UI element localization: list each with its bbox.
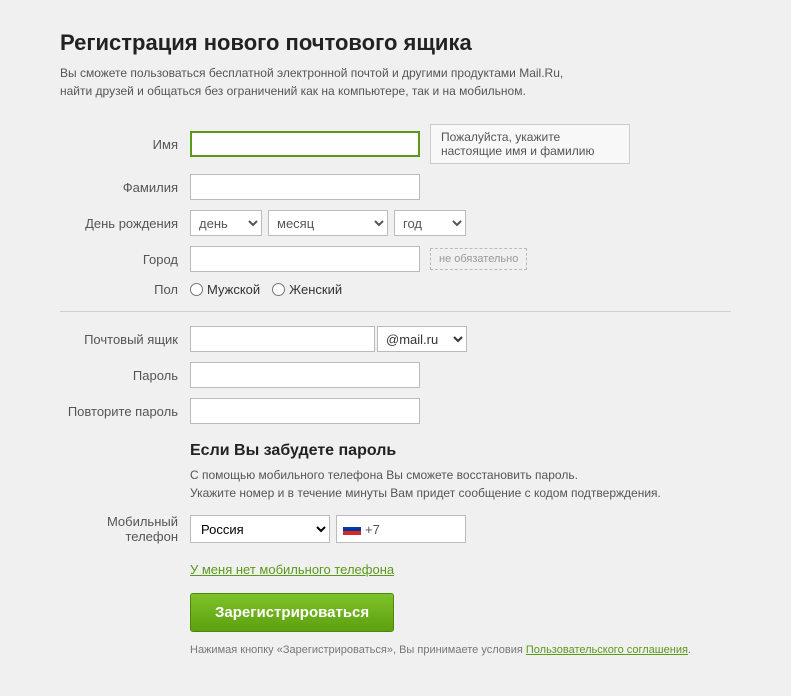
surname-label: Фамилия	[60, 180, 190, 195]
russia-flag-icon	[343, 523, 361, 535]
recovery-desc: С помощью мобильного телефона Вы сможете…	[190, 466, 731, 502]
name-label: Имя	[60, 137, 190, 152]
confirm-password-input[interactable]	[190, 398, 420, 424]
city-input[interactable]	[190, 246, 420, 272]
gender-female-radio[interactable]	[272, 283, 285, 296]
page-wrapper: Регистрация нового почтового ящика Вы см…	[0, 0, 791, 696]
day-select[interactable]: день	[190, 210, 262, 236]
mobile-country-select[interactable]: Россия	[190, 515, 330, 543]
surname-input[interactable]	[190, 174, 420, 200]
page-subtitle: Вы сможете пользоваться бесплатной элект…	[60, 64, 731, 100]
password-label: Пароль	[60, 368, 190, 383]
terms-text: Нажимая кнопку «Зарегистрироваться», Вы …	[190, 644, 731, 656]
gender-options: Мужской Женский	[190, 282, 342, 297]
name-row: Имя Пожалуйста, укажите настоящие имя и …	[60, 124, 731, 164]
gender-label: Пол	[60, 282, 190, 297]
page-title: Регистрация нового почтового ящика	[60, 30, 731, 56]
month-select[interactable]: месяц	[268, 210, 388, 236]
city-row: Город не обязательно	[60, 246, 731, 272]
name-tooltip: Пожалуйста, укажите настоящие имя и фами…	[430, 124, 630, 164]
recovery-section: Если Вы забудете пароль С помощью мобиль…	[60, 442, 731, 656]
mobile-label: Мобильный телефон	[60, 514, 190, 544]
gender-female-label: Женский	[289, 282, 342, 297]
gender-male-radio[interactable]	[190, 283, 203, 296]
gender-male-option[interactable]: Мужской	[190, 282, 260, 297]
birthday-row: День рождения день месяц год	[60, 210, 731, 236]
gender-male-label: Мужской	[207, 282, 260, 297]
registration-form: Имя Пожалуйста, укажите настоящие имя и …	[60, 124, 731, 424]
register-button[interactable]: Зарегистрироваться	[190, 593, 394, 632]
phone-prefix: +7	[365, 522, 380, 537]
terms-link[interactable]: Пользовательского соглашения	[526, 644, 688, 656]
confirm-password-label: Повторите пароль	[60, 404, 190, 419]
register-button-wrapper: Зарегистрироваться	[60, 593, 731, 632]
name-input[interactable]	[190, 131, 420, 157]
birthday-selects: день месяц год	[190, 210, 466, 236]
no-phone-link[interactable]: У меня нет мобильного телефона	[190, 562, 394, 577]
city-label: Город	[60, 252, 190, 267]
surname-row: Фамилия	[60, 174, 731, 200]
password-row: Пароль	[60, 362, 731, 388]
year-select[interactable]: год	[394, 210, 466, 236]
confirm-password-row: Повторите пароль	[60, 398, 731, 424]
email-row: Почтовый ящик @mail.ru @inbox.ru @list.r…	[60, 326, 731, 352]
gender-row: Пол Мужской Женский	[60, 282, 731, 297]
birthday-label: День рождения	[60, 216, 190, 231]
not-required-badge: не обязательно	[430, 248, 527, 270]
password-input[interactable]	[190, 362, 420, 388]
email-domain-select[interactable]: @mail.ru @inbox.ru @list.ru @bk.ru	[377, 326, 467, 352]
divider-1	[60, 311, 731, 312]
email-label: Почтовый ящик	[60, 332, 190, 347]
terms-prefix: Нажимая кнопку «Зарегистрироваться», Вы …	[190, 644, 523, 656]
email-input[interactable]	[190, 326, 375, 352]
phone-input-wrapper: +7	[336, 515, 466, 543]
gender-female-option[interactable]: Женский	[272, 282, 342, 297]
recovery-title: Если Вы забудете пароль	[190, 442, 731, 460]
mobile-row: Мобильный телефон Россия +7	[60, 514, 731, 544]
